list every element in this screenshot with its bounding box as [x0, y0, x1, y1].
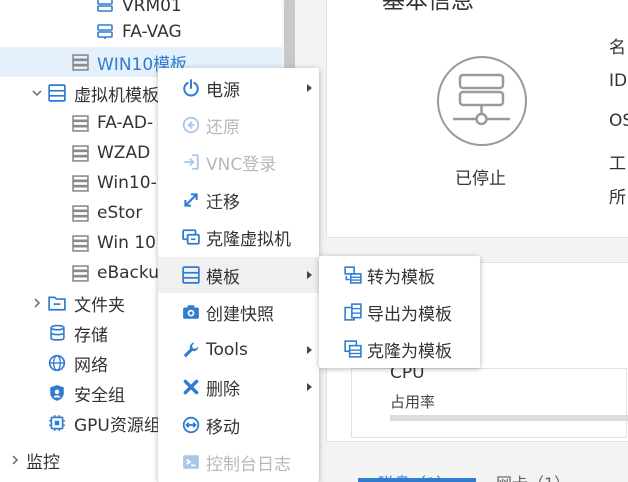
- menu-item-label: 迁移: [206, 192, 240, 213]
- info-label-id: ID: [609, 71, 628, 91]
- clone-vm-icon: [181, 227, 201, 247]
- power-icon: [181, 78, 201, 98]
- cpu-subtitle: 占用率: [390, 393, 436, 411]
- stopped-status-icon: [437, 56, 527, 146]
- storage-icon: [48, 324, 66, 342]
- submenu-arrow-icon: [307, 383, 312, 391]
- vm-icon: [96, 23, 114, 41]
- template-folder-icon: [48, 84, 66, 102]
- network-icon: [48, 354, 66, 372]
- tree-item-label: 监控: [26, 452, 60, 473]
- snapshot-icon: [181, 302, 201, 322]
- menu-item-label: 电源: [206, 80, 240, 101]
- move-icon: [181, 415, 201, 435]
- wrench-icon: [181, 340, 201, 360]
- menu-item-label: 删除: [206, 379, 240, 400]
- tree-item-monitor[interactable]: 监控: [0, 445, 60, 475]
- security-group-icon: [48, 384, 66, 402]
- export-as-template-icon: [343, 302, 363, 322]
- template-icon: [71, 53, 89, 71]
- submenu-item-export-as-template[interactable]: 导出为模板: [319, 294, 480, 330]
- delete-icon: [181, 377, 201, 397]
- menu-item-label: VNC登录: [206, 154, 277, 175]
- submenu-item-convert-to-template[interactable]: 转为模板: [319, 257, 480, 293]
- menu-item-restore[interactable]: 还原: [158, 107, 319, 143]
- chevron-right-icon[interactable]: [30, 297, 44, 309]
- tree-item-label: eBacku: [97, 263, 159, 283]
- context-menu: 电源 还原 VNC登录 迁移 克隆虚拟机 模板 创建快照 Tools 删除 移动…: [158, 68, 319, 482]
- migrate-icon: [181, 190, 201, 210]
- cpu-usage-box: CPU 占用率: [351, 363, 628, 438]
- info-label-location: 所: [609, 188, 626, 208]
- tree-item-label: Win 10: [97, 233, 156, 253]
- template-submenu: 转为模板 导出为模板 克隆为模板: [319, 256, 480, 368]
- submenu-item-clone-as-template[interactable]: 克隆为模板: [319, 331, 480, 367]
- menu-item-template[interactable]: 模板: [158, 257, 319, 293]
- tree-item-label: GPU资源组: [74, 415, 161, 436]
- folder-icon: [48, 294, 66, 312]
- vm-icon: [96, 0, 114, 15]
- template-icon: [71, 144, 89, 162]
- menu-item-label: 模板: [206, 267, 240, 288]
- active-tab-indicator: [358, 478, 476, 482]
- basic-info-card: 基本信息 已停止 名 ID OS 工 所: [326, 0, 628, 238]
- tree-item-label: 网络: [74, 355, 108, 376]
- chevron-right-icon[interactable]: [8, 454, 22, 466]
- menu-item-migrate[interactable]: 迁移: [158, 182, 319, 218]
- tree-item-label: 存储: [74, 325, 108, 346]
- submenu-item-label: 克隆为模板: [367, 341, 452, 362]
- info-label-name: 名: [609, 38, 626, 58]
- menu-item-clone-vm[interactable]: 克隆虚拟机: [158, 219, 319, 255]
- submenu-item-label: 转为模板: [367, 267, 435, 288]
- submenu-item-label: 导出为模板: [367, 304, 452, 325]
- submenu-arrow-icon: [307, 346, 312, 354]
- menu-item-create-snapshot[interactable]: 创建快照: [158, 294, 319, 330]
- vnc-login-icon: [181, 152, 201, 172]
- tree-item-label: 文件夹: [74, 295, 125, 316]
- gpu-icon: [48, 414, 66, 432]
- section-title: 基本信息: [382, 0, 474, 14]
- submenu-arrow-icon: [307, 84, 312, 92]
- submenu-arrow-icon: [307, 271, 312, 279]
- tree-item-label: WZAD: [97, 143, 151, 163]
- tree-item-label: 安全组: [74, 385, 125, 406]
- convert-to-template-icon: [343, 265, 363, 285]
- template-icon: [71, 204, 89, 222]
- info-label-os: OS: [609, 111, 628, 131]
- tree-item-label: FA-AD-: [97, 113, 154, 133]
- menu-item-label: Tools: [206, 340, 248, 360]
- menu-item-label: 创建快照: [206, 304, 274, 325]
- chevron-down-icon[interactable]: [30, 87, 44, 99]
- menu-item-console-log[interactable]: 控制台日志: [158, 444, 319, 480]
- template-icon: [71, 174, 89, 192]
- menu-item-label: 控制台日志: [206, 454, 291, 475]
- tree-item-label: Win10-: [97, 173, 157, 193]
- template-icon: [71, 234, 89, 252]
- menu-item-tools[interactable]: Tools: [158, 332, 319, 368]
- menu-item-power[interactable]: 电源: [158, 70, 319, 106]
- menu-item-label: 还原: [206, 117, 240, 138]
- menu-item-move[interactable]: 移动: [158, 407, 319, 443]
- tree-item-label: FA-VAG: [122, 22, 182, 42]
- cpu-usage-bar: [390, 415, 628, 421]
- clone-as-template-icon: [343, 339, 363, 359]
- tree-item-label: eStor: [97, 203, 143, 223]
- tab-nics[interactable]: 网卡（1）: [496, 470, 570, 482]
- menu-item-vnc-login[interactable]: VNC登录: [158, 144, 319, 180]
- tree-item-fa-vag[interactable]: FA-VAG: [0, 17, 282, 47]
- status-text: 已停止: [455, 169, 506, 189]
- menu-item-label: 移动: [206, 417, 240, 438]
- menu-item-delete[interactable]: 删除: [158, 369, 319, 405]
- template-menu-icon: [181, 265, 201, 285]
- info-label-tools: 工: [609, 154, 626, 174]
- tree-item-label: 虚拟机模板: [74, 85, 159, 106]
- template-icon: [71, 114, 89, 132]
- restore-icon: [181, 115, 201, 135]
- template-icon: [71, 264, 89, 282]
- console-log-icon: [181, 452, 201, 472]
- tree-item-label: VRM01: [122, 0, 182, 16]
- menu-item-label: 克隆虚拟机: [206, 229, 291, 250]
